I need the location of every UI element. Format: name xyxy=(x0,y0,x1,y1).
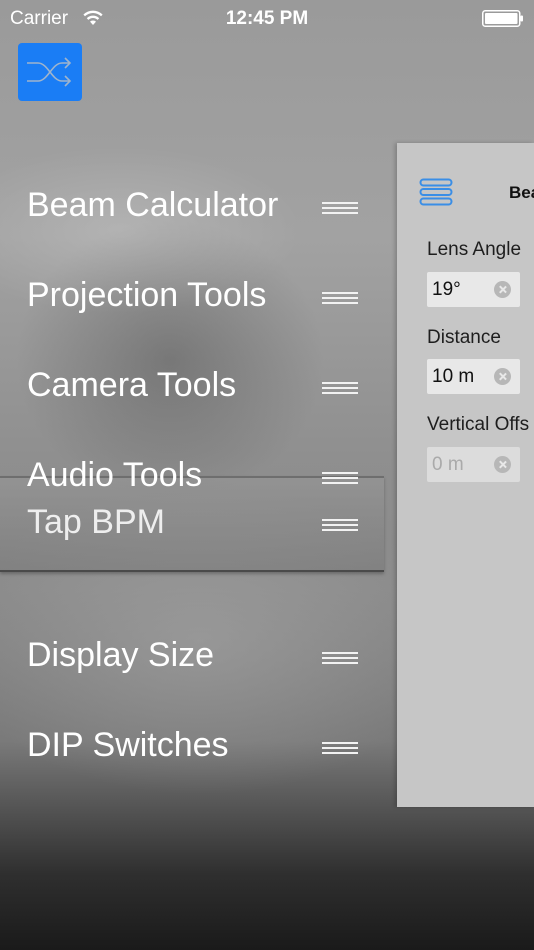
drag-handle-icon[interactable] xyxy=(322,652,358,664)
vertical-offset-label: Vertical Offs xyxy=(427,414,530,435)
clear-icon[interactable] xyxy=(494,281,511,298)
battery-icon xyxy=(482,10,523,27)
menu-item-projection-tools[interactable]: Projection Tools xyxy=(0,266,384,326)
lens-angle-field[interactable]: 19° xyxy=(427,272,520,307)
menu-item-dip-switches[interactable]: DIP Switches xyxy=(0,716,384,776)
drag-handle-icon[interactable] xyxy=(322,202,358,214)
menu-item-label: Projection Tools xyxy=(27,276,267,314)
drag-handle-icon[interactable] xyxy=(322,292,358,304)
menu-item-display-size[interactable]: Display Size xyxy=(0,626,384,686)
distance-field[interactable]: 10 m xyxy=(427,359,520,394)
submenu-item-label: Tap BPM xyxy=(27,503,165,541)
drag-handle-icon[interactable] xyxy=(322,519,358,531)
vertical-offset-value: 0 m xyxy=(432,454,464,475)
distance-value: 10 m xyxy=(432,366,475,387)
list-icon[interactable] xyxy=(419,178,453,206)
shuffle-icon xyxy=(27,57,72,87)
clear-icon[interactable] xyxy=(494,368,511,385)
status-bar: Carrier 12:45 PM xyxy=(0,0,534,38)
drag-handle-icon[interactable] xyxy=(322,472,358,484)
drag-handle-icon[interactable] xyxy=(322,742,358,754)
content-panel: Bea Lens Angle 19° Distance 10 m Vertica… xyxy=(397,143,534,807)
vertical-offset-field[interactable]: 0 m xyxy=(427,447,520,482)
lens-angle-value: 19° xyxy=(432,279,461,300)
menu-item-label: Display Size xyxy=(27,636,215,674)
distance-label: Distance xyxy=(427,327,501,348)
panel-title: Bea xyxy=(509,183,534,202)
submenu-item-tap-bpm[interactable]: Tap BPM xyxy=(0,493,384,553)
shuffle-button[interactable] xyxy=(18,43,82,101)
menu-item-label: DIP Switches xyxy=(27,726,229,764)
menu-item-label: Audio Tools xyxy=(27,456,203,494)
menu-item-label: Beam Calculator xyxy=(27,186,279,224)
menu-item-camera-tools[interactable]: Camera Tools xyxy=(0,356,384,416)
clear-icon[interactable] xyxy=(494,456,511,473)
drag-handle-icon[interactable] xyxy=(322,382,358,394)
menu-item-label: Camera Tools xyxy=(27,366,237,404)
menu-item-beam-calculator[interactable]: Beam Calculator xyxy=(0,176,384,236)
lens-angle-label: Lens Angle xyxy=(427,239,522,260)
status-clock: 12:45 PM xyxy=(225,8,309,29)
